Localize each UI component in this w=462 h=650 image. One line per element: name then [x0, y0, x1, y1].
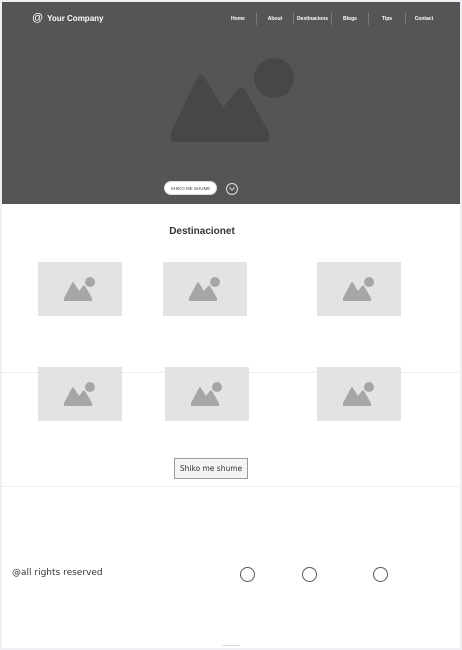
- brand-at-icon: @: [32, 12, 44, 24]
- image-placeholder-icon: [167, 56, 297, 151]
- destination-image[interactable]: [38, 367, 122, 421]
- brand-name: Your Company: [47, 13, 104, 23]
- nav-link-home[interactable]: Home: [220, 16, 256, 22]
- social-icon[interactable]: [240, 567, 255, 582]
- destination-image[interactable]: [165, 367, 249, 421]
- nav-link-destinacions[interactable]: Destinacions: [294, 16, 331, 22]
- destination-image[interactable]: [317, 262, 401, 316]
- destination-image[interactable]: [317, 367, 401, 421]
- show-more-button[interactable]: Shiko me shume: [174, 458, 248, 479]
- image-placeholder-icon: [343, 277, 374, 301]
- chevron-down-icon[interactable]: [226, 183, 238, 195]
- section-title: Destinacionet: [169, 226, 235, 237]
- social-icon[interactable]: [302, 567, 317, 582]
- nav-link-about[interactable]: About: [257, 16, 293, 22]
- nav-link-blogs[interactable]: Blogs: [332, 16, 368, 22]
- destination-image[interactable]: [163, 262, 247, 316]
- page: @ Your Company Home About Destinacions B…: [2, 2, 460, 648]
- image-placeholder-icon: [64, 382, 95, 406]
- hero-section: @ Your Company Home About Destinacions B…: [2, 2, 460, 204]
- image-placeholder-icon: [343, 382, 374, 406]
- copyright-text: @all rights reserved: [12, 568, 103, 578]
- image-placeholder-icon: [189, 277, 220, 301]
- footer-divider: [2, 486, 460, 487]
- bottom-divider: [222, 645, 240, 646]
- nav-link-tips[interactable]: Tips: [369, 16, 405, 22]
- destination-image[interactable]: [38, 262, 122, 316]
- nav-link-contact[interactable]: Contact: [406, 16, 442, 22]
- image-placeholder-icon: [191, 382, 222, 406]
- brand-logo[interactable]: @ Your Company: [32, 12, 103, 24]
- main-nav: Home About Destinacions Blogs Tips Conta…: [220, 13, 442, 25]
- hero-cta-button[interactable]: SHIKO ME SHUME: [164, 181, 217, 195]
- social-icon[interactable]: [373, 567, 388, 582]
- image-placeholder-icon: [64, 277, 95, 301]
